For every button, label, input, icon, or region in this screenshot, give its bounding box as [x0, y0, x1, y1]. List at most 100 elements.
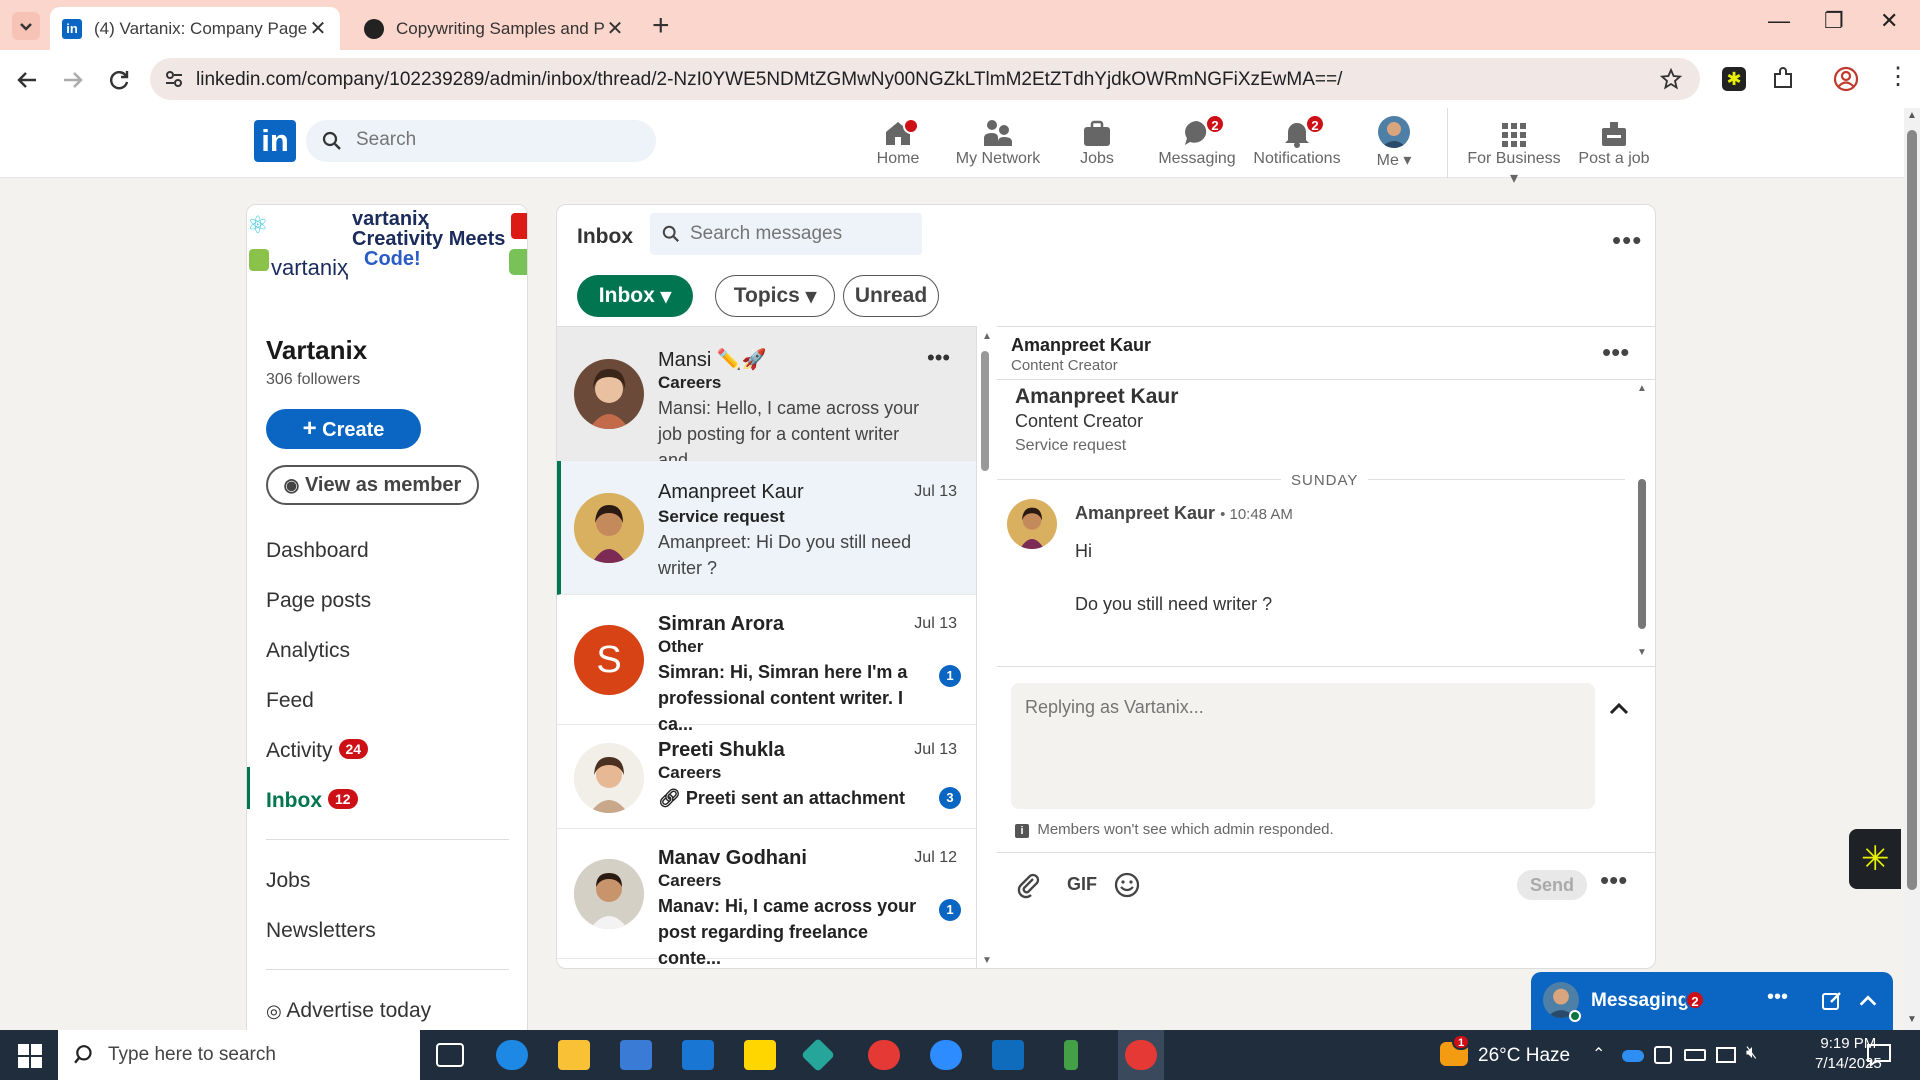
filter-topics[interactable]: Topics ▾: [715, 275, 835, 317]
chrome-icon[interactable]: [1125, 1040, 1157, 1070]
tray-icon[interactable]: [1654, 1046, 1672, 1064]
mail-icon[interactable]: [682, 1040, 714, 1070]
conversation-scrollbar[interactable]: ▲ ▼: [981, 331, 992, 968]
more-options-icon[interactable]: •••: [927, 345, 950, 371]
profile-icon[interactable]: [1833, 66, 1859, 92]
conversation-item[interactable]: Preeti Shukla Jul 13 Careers 🔗︎ Preeti s…: [557, 725, 976, 829]
restore-button[interactable]: ❐: [1824, 8, 1844, 34]
conversation-item[interactable]: Manav Godhani Jul 12 Careers Manav: Hi, …: [557, 829, 976, 968]
app-icon[interactable]: [801, 1038, 835, 1072]
browser-menu-icon[interactable]: ⋮: [1886, 62, 1910, 91]
browser-tab[interactable]: Copywriting Samples and Portfolio ✕: [352, 7, 637, 50]
more-options-icon[interactable]: •••: [1767, 986, 1788, 1009]
emoji-icon[interactable]: [1113, 871, 1141, 899]
reload-icon[interactable]: [106, 67, 132, 93]
message-search-input[interactable]: [690, 223, 910, 245]
reply-box[interactable]: [1011, 683, 1595, 809]
sidebar-item-feed[interactable]: Feed: [266, 689, 314, 713]
forward-icon[interactable]: [60, 67, 86, 93]
sidebar-item-activity[interactable]: Activity 24: [266, 739, 369, 763]
gif-button[interactable]: GIF: [1067, 874, 1097, 895]
profile-name[interactable]: Amanpreet Kaur: [1015, 385, 1178, 409]
conversation-item-selected[interactable]: Amanpreet Kaur Jul 13 Service request Am…: [557, 461, 976, 595]
volume-muted-icon[interactable]: 🔇︎: [1746, 1042, 1757, 1063]
global-search[interactable]: [306, 120, 656, 162]
avatar[interactable]: [1007, 499, 1057, 549]
nav-my-network[interactable]: My Network: [948, 114, 1048, 168]
tab-search-button[interactable]: [12, 12, 40, 40]
zoom-icon[interactable]: [930, 1040, 962, 1070]
site-info-icon[interactable]: [164, 69, 184, 89]
file-explorer-icon[interactable]: [558, 1040, 590, 1070]
tray-chevron-icon[interactable]: ⌃: [1592, 1044, 1605, 1064]
thread-scrollbar[interactable]: ▲ ▼: [1637, 383, 1647, 659]
attachment-icon[interactable]: [1015, 871, 1043, 899]
sparkle-extension-button[interactable]: ✳: [1849, 829, 1901, 889]
edge-icon[interactable]: [496, 1040, 528, 1070]
extensions-puzzle-icon[interactable]: [1770, 66, 1796, 92]
sidebar-item-jobs[interactable]: Jobs: [266, 869, 310, 893]
thread-contact-name[interactable]: Amanpreet Kaur: [1011, 335, 1151, 356]
message-sender[interactable]: Amanpreet Kaur • 10:48 AM: [1075, 503, 1293, 524]
search-input[interactable]: [356, 129, 636, 151]
more-options-icon[interactable]: •••: [1600, 865, 1627, 896]
message-search[interactable]: [650, 213, 922, 255]
weather-text[interactable]: 26°C Haze: [1478, 1045, 1570, 1067]
conversation-item[interactable]: S Simran Arora Jul 13 Other Simran: Hi, …: [557, 595, 976, 734]
search-icon: [662, 225, 679, 242]
close-tab-icon[interactable]: ✕: [605, 16, 625, 41]
address-bar-row: linkedin.com/company/102239289/admin/inb…: [0, 50, 1920, 108]
notification-center-icon[interactable]: [1866, 1043, 1892, 1067]
create-button[interactable]: + Create: [266, 409, 421, 449]
minimize-button[interactable]: —: [1768, 8, 1790, 34]
sticky-notes-icon[interactable]: [744, 1040, 776, 1070]
filter-inbox[interactable]: Inbox ▾: [577, 275, 693, 317]
onedrive-icon[interactable]: [1622, 1050, 1644, 1062]
nav-for-business[interactable]: For Business ▾: [1462, 114, 1566, 188]
nav-notifications[interactable]: 2 Notifications: [1247, 114, 1347, 168]
compose-icon[interactable]: [1821, 990, 1843, 1012]
page-scrollbar[interactable]: ▲ ▼: [1904, 108, 1920, 1030]
battery-icon[interactable]: [1684, 1049, 1706, 1061]
sidebar-item-newsletters[interactable]: Newsletters: [266, 919, 376, 943]
nav-post-job[interactable]: Post a job: [1566, 114, 1662, 168]
windows-start-icon[interactable]: [18, 1044, 42, 1068]
chrome-icon[interactable]: [868, 1040, 900, 1070]
close-tab-icon[interactable]: ✕: [308, 16, 328, 41]
thread-options-icon[interactable]: •••: [1602, 337, 1629, 368]
new-tab-button[interactable]: +: [652, 9, 670, 43]
linkedin-logo[interactable]: in: [254, 120, 296, 162]
nav-messaging[interactable]: 2 Messaging: [1147, 114, 1247, 168]
conversation-item[interactable]: Mansi ✏️🚀 ••• Careers Mansi: Hello, I ca…: [557, 327, 976, 470]
sidebar-item-analytics[interactable]: Analytics: [266, 639, 350, 663]
filter-unread[interactable]: Unread: [843, 275, 939, 317]
extension-icon[interactable]: ✱: [1722, 67, 1746, 91]
reply-input[interactable]: [1025, 697, 1575, 737]
bookmark-star-icon[interactable]: [1660, 68, 1682, 90]
app-icon[interactable]: [1064, 1040, 1078, 1070]
sidebar-item-inbox[interactable]: Inbox 12: [266, 789, 358, 813]
sidebar-item-dashboard[interactable]: Dashboard: [266, 539, 369, 563]
outlook-icon[interactable]: [992, 1040, 1024, 1070]
store-icon[interactable]: [620, 1040, 652, 1070]
chevron-up-icon[interactable]: [1607, 697, 1631, 721]
nav-me[interactable]: Me ▾: [1347, 114, 1441, 170]
messaging-widget[interactable]: Messaging 2 •••: [1531, 972, 1893, 1030]
sidebar-item-page-posts[interactable]: Page posts: [266, 589, 371, 613]
taskbar-search[interactable]: Type here to search: [58, 1030, 420, 1080]
send-button[interactable]: Send: [1517, 870, 1587, 900]
view-as-member-button[interactable]: ◉ View as member: [266, 465, 479, 505]
org-name[interactable]: Vartanix: [266, 335, 367, 366]
task-view-icon[interactable]: [436, 1043, 464, 1067]
back-icon[interactable]: [14, 67, 40, 93]
nav-home[interactable]: Home: [848, 114, 948, 168]
url-bar[interactable]: linkedin.com/company/102239289/admin/inb…: [150, 58, 1700, 100]
chevron-up-icon[interactable]: [1857, 990, 1879, 1012]
nav-jobs[interactable]: Jobs: [1047, 114, 1147, 168]
network-icon[interactable]: [1716, 1047, 1736, 1063]
banner-tagline-text: Creativity Meets: [352, 228, 506, 250]
advertise-link[interactable]: ◎ Advertise today: [266, 999, 431, 1023]
more-options-icon[interactable]: •••: [1612, 225, 1642, 256]
browser-tab-active[interactable]: in (4) Vartanix: Company Page Admin ✕: [50, 7, 340, 50]
close-window-button[interactable]: ✕: [1880, 8, 1898, 34]
